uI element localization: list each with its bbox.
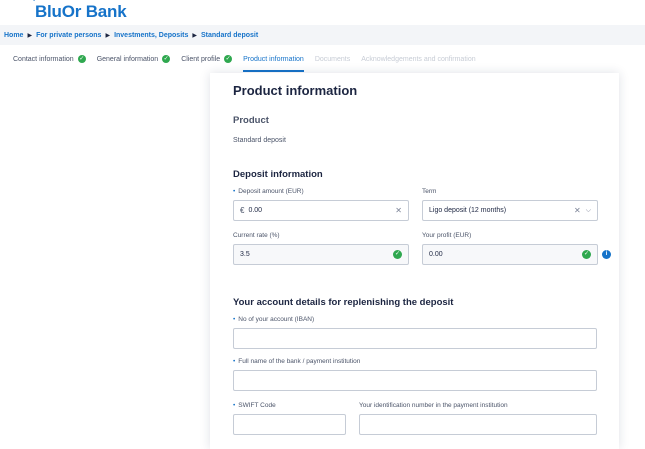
step-acknowledgements: Acknowledgements and confirmation <box>361 55 476 63</box>
bank-logo[interactable]: 'BluOr Bank <box>33 0 127 22</box>
iban-label: • No of your account (IBAN) <box>233 316 315 323</box>
bank-name-label: • Full name of the bank / payment institu… <box>233 358 361 365</box>
chevron-right-icon: ▶ <box>105 32 111 39</box>
clear-icon[interactable]: ✕ <box>574 206 581 215</box>
deposit-amount-input[interactable]: € 0.00 ✕ <box>233 200 409 221</box>
page-title: Product information <box>233 83 358 98</box>
product-heading: Product <box>233 115 269 126</box>
breadcrumb-investments[interactable]: Investments, Deposits <box>114 32 188 39</box>
identification-number-input[interactable] <box>359 414 597 435</box>
step-contact-information[interactable]: Contact information ✓ <box>13 46 86 72</box>
check-circle-icon: ✓ <box>162 55 171 63</box>
account-details-heading: Your account details for replenishing th… <box>233 297 454 308</box>
breadcrumb-home[interactable]: Home <box>4 32 23 39</box>
info-icon[interactable]: i <box>602 250 611 259</box>
term-select[interactable]: Ligo deposit (12 months) ✕ ⌵ <box>422 200 598 221</box>
breadcrumb-standard-deposit[interactable]: Standard deposit <box>201 32 258 39</box>
swift-label: • SWIFT Code <box>233 402 276 409</box>
euro-icon: € <box>240 206 245 215</box>
step-general-information[interactable]: General information ✓ <box>97 46 171 72</box>
product-value: Standard deposit <box>233 137 286 144</box>
check-circle-icon: ✓ <box>224 55 233 63</box>
swift-input[interactable] <box>233 414 346 435</box>
identification-number-label: Your identification number in the paymen… <box>359 402 508 409</box>
check-circle-icon: ✓ <box>77 55 86 63</box>
check-circle-icon: ✓ <box>393 250 402 259</box>
clear-icon[interactable]: ✕ <box>395 206 402 215</box>
breadcrumb-private-persons[interactable]: For private persons <box>36 32 101 39</box>
term-label: Term <box>422 188 437 195</box>
deposit-amount-label: • Deposit amount (EUR) <box>233 188 304 195</box>
bank-name-input[interactable] <box>233 370 597 391</box>
check-circle-icon: ✓ <box>582 250 591 259</box>
profit-label: Your profit (EUR) <box>422 232 472 239</box>
product-form-card: Product information Product Standard dep… <box>210 73 619 449</box>
deposit-heading: Deposit information <box>233 169 323 180</box>
profit-field: 0.00 ✓ <box>422 244 598 265</box>
iban-input[interactable] <box>233 328 597 349</box>
chevron-down-icon[interactable]: ⌵ <box>586 207 591 215</box>
step-documents: Documents <box>314 55 351 63</box>
breadcrumb: Home ▶ For private persons ▶ Investments… <box>0 25 645 45</box>
current-rate-field: 3.5 ✓ <box>233 244 409 265</box>
current-rate-label: Current rate (%) <box>233 232 280 239</box>
chevron-right-icon: ▶ <box>27 32 33 39</box>
chevron-right-icon: ▶ <box>192 32 197 39</box>
step-product-information[interactable]: Product information <box>243 46 304 72</box>
step-client-profile[interactable]: Client profile ✓ <box>181 46 233 72</box>
step-tabs: Contact information ✓ General informatio… <box>0 46 645 72</box>
